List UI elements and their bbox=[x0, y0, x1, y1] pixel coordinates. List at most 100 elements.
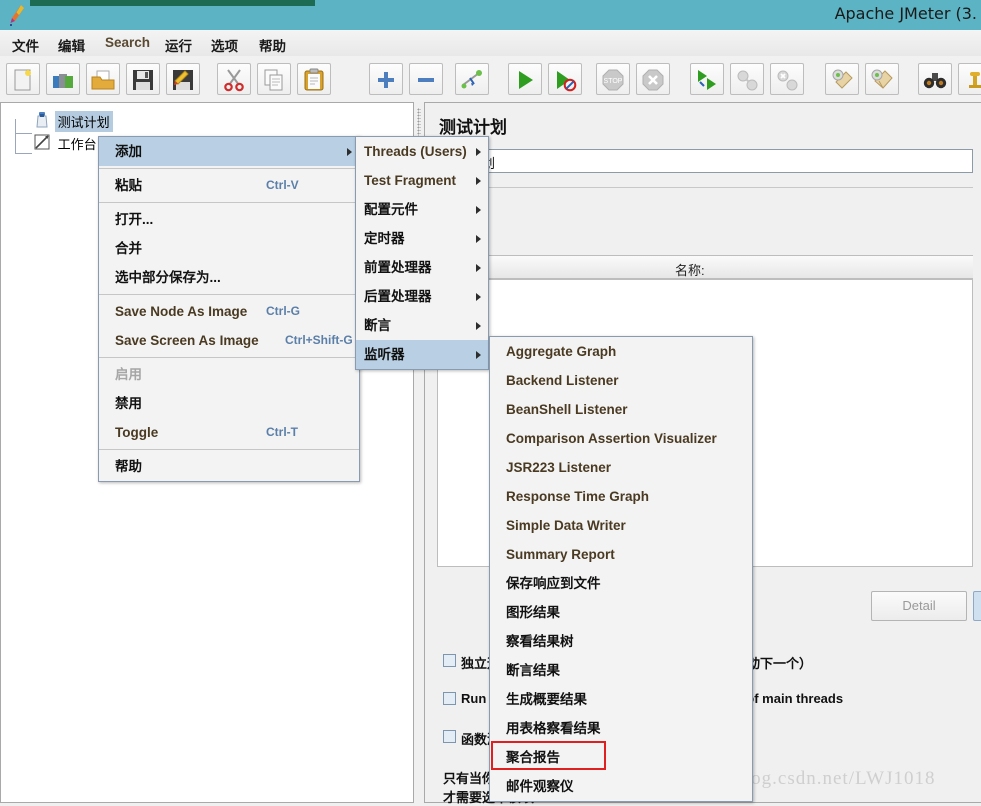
listener-item-view-results-in-table[interactable]: 用表格察看结果 bbox=[490, 714, 752, 743]
listener-item-graph-results[interactable]: 图形结果 bbox=[490, 598, 752, 627]
submenu-arrow-icon bbox=[476, 235, 481, 243]
menu-item-label: 粘贴 bbox=[115, 178, 142, 193]
save-as-icon[interactable] bbox=[166, 63, 200, 95]
tree-context-menu[interactable]: 添加 粘贴 Ctrl-V 打开... 合并 选中部分保存为... Save No… bbox=[98, 136, 360, 482]
context-menu-item-save-node-as-image[interactable]: Save Node As Image Ctrl-G bbox=[99, 297, 359, 326]
context-menu-item-paste[interactable]: 粘贴 Ctrl-V bbox=[99, 171, 359, 200]
menu-item-label: Summary Report bbox=[506, 547, 615, 562]
menu-item-label: 断言结果 bbox=[506, 663, 560, 678]
add-button[interactable] bbox=[973, 591, 981, 621]
variables-table-header: 名称: bbox=[437, 255, 973, 279]
submenu-arrow-icon bbox=[476, 148, 481, 156]
save-icon[interactable] bbox=[126, 63, 160, 95]
listener-item-aggregate-report[interactable]: 聚合报告 bbox=[490, 743, 752, 772]
menu-separator bbox=[99, 294, 359, 295]
checkbox-box[interactable] bbox=[443, 692, 456, 705]
menu-item-label: Response Time Graph bbox=[506, 489, 650, 504]
window-title-bar: Apache JMeter (3. bbox=[0, 0, 981, 30]
context-menu-item-save-selection-as[interactable]: 选中部分保存为... bbox=[99, 263, 359, 292]
context-menu-item-toggle[interactable]: Toggle Ctrl-T bbox=[99, 418, 359, 447]
detail-button[interactable]: Detail bbox=[871, 591, 967, 621]
name-input[interactable]: 测试计划 bbox=[437, 149, 973, 173]
listener-item-jsr223-listener[interactable]: JSR223 Listener bbox=[490, 453, 752, 482]
new-document-icon[interactable] bbox=[6, 63, 40, 95]
copy-icon[interactable] bbox=[257, 63, 291, 95]
remote-start-all-icon[interactable] bbox=[690, 63, 724, 95]
menu-edit[interactable]: 编辑 bbox=[54, 34, 89, 56]
context-menu-item-merge[interactable]: 合并 bbox=[99, 234, 359, 263]
listener-item-simple-data-writer[interactable]: Simple Data Writer bbox=[490, 511, 752, 540]
listener-item-assertion-results[interactable]: 断言结果 bbox=[490, 656, 752, 685]
add-menu-item-threads-users[interactable]: Threads (Users) bbox=[356, 137, 488, 166]
listener-item-summary-report[interactable]: Summary Report bbox=[490, 540, 752, 569]
listener-submenu[interactable]: Aggregate Graph Backend Listener BeanShe… bbox=[489, 336, 753, 802]
menu-item-label: Threads (Users) bbox=[364, 144, 467, 159]
tree-node-workbench[interactable]: 工作台 bbox=[33, 133, 100, 153]
add-menu-item-config-element[interactable]: 配置元件 bbox=[356, 195, 488, 224]
listener-item-aggregate-graph[interactable]: Aggregate Graph bbox=[490, 337, 752, 366]
start-play-icon[interactable] bbox=[508, 63, 542, 95]
context-menu-item-open[interactable]: 打开... bbox=[99, 205, 359, 234]
submenu-arrow-icon bbox=[476, 322, 481, 330]
expand-all-plus-icon[interactable] bbox=[369, 63, 403, 95]
search-binoculars-icon[interactable] bbox=[918, 63, 952, 95]
menu-run[interactable]: 运行 bbox=[161, 34, 196, 56]
menu-item-label: BeanShell Listener bbox=[506, 402, 628, 417]
main-toolbar: STOP bbox=[0, 56, 981, 103]
workbench-icon bbox=[34, 134, 50, 150]
function-helper-icon[interactable] bbox=[958, 63, 981, 95]
context-menu-item-disable[interactable]: 禁用 bbox=[99, 389, 359, 418]
clear-icon[interactable] bbox=[825, 63, 859, 95]
menu-separator bbox=[99, 357, 359, 358]
context-menu-item-add[interactable]: 添加 bbox=[99, 137, 359, 166]
menu-options[interactable]: 选项 bbox=[207, 34, 242, 56]
tree-node-label: 测试计划 bbox=[54, 111, 113, 132]
menu-item-label: 启用 bbox=[115, 367, 142, 382]
tree-node-test-plan[interactable]: 测试计划 bbox=[33, 111, 113, 132]
context-menu-item-save-screen-as-image[interactable]: Save Screen As Image Ctrl+Shift-G bbox=[99, 326, 359, 355]
collapse-all-minus-icon[interactable] bbox=[409, 63, 443, 95]
add-submenu[interactable]: Threads (Users) Test Fragment 配置元件 定时器 前… bbox=[355, 136, 489, 370]
checkbox-box[interactable] bbox=[443, 730, 456, 743]
add-menu-item-timer[interactable]: 定时器 bbox=[356, 224, 488, 253]
submenu-arrow-icon bbox=[476, 264, 481, 272]
submenu-arrow-icon bbox=[476, 177, 481, 185]
menu-item-label: 选中部分保存为... bbox=[115, 270, 221, 285]
add-menu-item-post-processor[interactable]: 后置处理器 bbox=[356, 282, 488, 311]
start-no-pauses-icon[interactable] bbox=[548, 63, 582, 95]
menu-help[interactable]: 帮助 bbox=[255, 34, 290, 56]
menu-item-label: 配置元件 bbox=[364, 202, 418, 217]
menu-separator bbox=[99, 449, 359, 450]
open-folder-icon[interactable] bbox=[86, 63, 120, 95]
add-menu-item-pre-processor[interactable]: 前置处理器 bbox=[356, 253, 488, 282]
listener-item-save-responses-to-file[interactable]: 保存响应到文件 bbox=[490, 569, 752, 598]
listener-item-mailer-visualizer[interactable]: 邮件观察仪 bbox=[490, 772, 752, 801]
menu-file[interactable]: 文件 bbox=[8, 34, 43, 56]
window-title: Apache JMeter (3. bbox=[834, 4, 977, 23]
paste-clipboard-icon[interactable] bbox=[297, 63, 331, 95]
listener-item-beanshell-listener[interactable]: BeanShell Listener bbox=[490, 395, 752, 424]
shutdown-icon bbox=[636, 63, 670, 95]
context-menu-item-help[interactable]: 帮助 bbox=[99, 452, 359, 481]
submenu-arrow-icon bbox=[347, 148, 352, 156]
menu-item-label: 帮助 bbox=[115, 459, 142, 474]
listener-item-generate-summary-results[interactable]: 生成概要结果 bbox=[490, 685, 752, 714]
page-title: 测试计划 bbox=[439, 118, 507, 137]
listener-item-backend-listener[interactable]: Backend Listener bbox=[490, 366, 752, 395]
add-menu-item-test-fragment[interactable]: Test Fragment bbox=[356, 166, 488, 195]
templates-icon[interactable] bbox=[46, 63, 80, 95]
checkbox-box[interactable] bbox=[443, 654, 456, 667]
menu-search[interactable]: Search bbox=[101, 34, 154, 51]
menu-item-label: Save Screen As Image bbox=[115, 333, 259, 348]
menu-item-label: Test Fragment bbox=[364, 173, 457, 188]
listener-item-response-time-graph[interactable]: Response Time Graph bbox=[490, 482, 752, 511]
toggle-icon[interactable] bbox=[455, 63, 489, 95]
menu-item-label: 邮件观察仪 bbox=[506, 779, 574, 794]
cut-scissors-icon[interactable] bbox=[217, 63, 251, 95]
listener-item-view-results-tree[interactable]: 察看结果树 bbox=[490, 627, 752, 656]
column-header-name: 名称: bbox=[675, 263, 705, 278]
listener-item-comparison-assertion-visualizer[interactable]: Comparison Assertion Visualizer bbox=[490, 424, 752, 453]
add-menu-item-listener[interactable]: 监听器 bbox=[356, 340, 488, 369]
add-menu-item-assertion[interactable]: 断言 bbox=[356, 311, 488, 340]
clear-all-icon[interactable] bbox=[865, 63, 899, 95]
